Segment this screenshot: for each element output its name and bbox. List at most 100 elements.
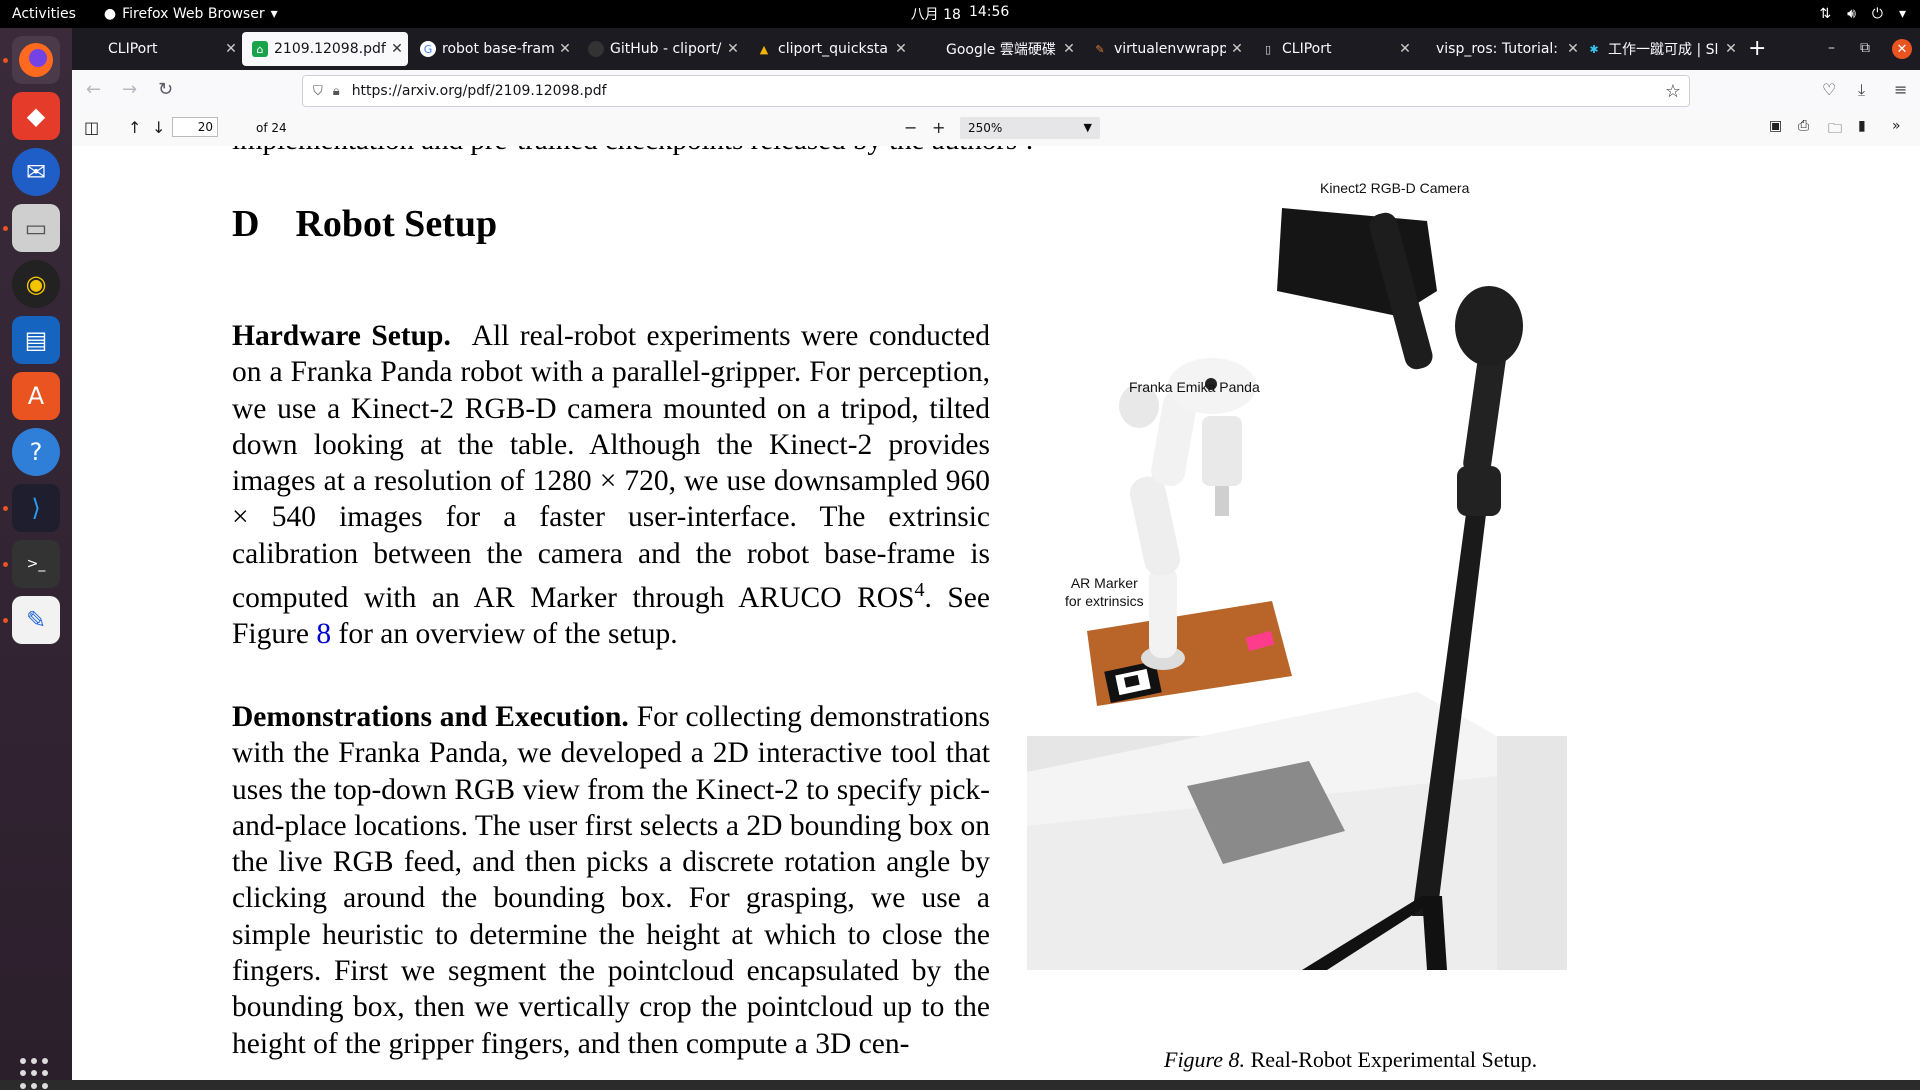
url-text[interactable]: https://arxiv.org/pdf/2109.12098.pdf bbox=[352, 83, 607, 99]
app-menu[interactable]: ● Firefox Web Browser ▾ bbox=[104, 6, 278, 22]
close-icon[interactable]: ✕ bbox=[386, 41, 408, 57]
paragraph-text: for an overview of the setup. bbox=[331, 618, 678, 651]
next-page-icon[interactable]: ↓ bbox=[152, 118, 165, 137]
zoom-select[interactable]: 250% ▼ bbox=[960, 117, 1100, 139]
save-icon[interactable]: 🗀︎ bbox=[1828, 118, 1842, 142]
pdf-toolbar: ◫ ↑ ↓ 20 of 24 − + 250% ▼ ▣ ⎙ 🗀︎ ▮ » bbox=[72, 110, 1920, 147]
back-icon[interactable]: ← bbox=[86, 79, 101, 100]
forward-icon[interactable]: → bbox=[122, 79, 137, 100]
tab[interactable]: CLIPort ✕ bbox=[76, 32, 242, 66]
lock-icon[interactable]: 🔒︎ bbox=[333, 84, 340, 99]
paragraph-heading: Hardware Setup. bbox=[232, 320, 451, 352]
pocket-icon[interactable]: ♡ bbox=[1822, 80, 1836, 99]
menu-icon[interactable]: ≡ bbox=[1894, 80, 1907, 99]
thunderbird-icon[interactable]: ✉ bbox=[12, 148, 60, 196]
vscode-icon[interactable]: ⟩ bbox=[12, 484, 60, 532]
app-menu-label: Firefox Web Browser bbox=[122, 6, 265, 22]
sidebar-toggle-icon[interactable]: ◫ bbox=[84, 118, 99, 137]
close-icon[interactable]: ✕ bbox=[1720, 41, 1742, 57]
close-icon[interactable]: ✕ bbox=[890, 41, 912, 57]
show-apps-icon[interactable] bbox=[20, 1058, 52, 1090]
label-ar-marker: AR Marker for extrinsics bbox=[1065, 574, 1144, 610]
close-icon[interactable]: ✕ bbox=[722, 41, 744, 57]
software-center-icon[interactable]: A bbox=[12, 372, 60, 420]
label-ar-marker-line-2: for extrinsics bbox=[1065, 593, 1144, 609]
page-count: of 24 bbox=[256, 121, 287, 135]
chevron-down-icon[interactable]: ▾ bbox=[1899, 6, 1906, 22]
chevron-down-icon: ▼ bbox=[1083, 121, 1092, 134]
bookmark-icon[interactable]: ▮ bbox=[1858, 118, 1866, 134]
figure-link[interactable]: 8 bbox=[316, 618, 331, 650]
downloads-icon[interactable]: ⤓ bbox=[1858, 80, 1865, 100]
page-icon bbox=[924, 41, 940, 57]
paragraph-heading: Demonstrations and Execution. bbox=[232, 701, 629, 733]
tab-title: CLIPort bbox=[1282, 41, 1332, 57]
tab[interactable]: Google 雲端硬碟 - 新 ✕ bbox=[914, 32, 1080, 66]
tab-title: cliport_quicksta bbox=[778, 41, 888, 57]
close-icon[interactable]: ✕ bbox=[1058, 41, 1080, 57]
tab[interactable]: visp_ros: Tutorial: H ✕ bbox=[1418, 32, 1584, 66]
anydesk-icon[interactable]: ◆ bbox=[12, 92, 60, 140]
firefox-small-icon: ● bbox=[103, 6, 117, 22]
tab[interactable]: ▲ cliport_quicksta ✕ bbox=[746, 32, 912, 66]
section-title: Robot Setup bbox=[295, 203, 498, 245]
network-icon[interactable]: ⇅ bbox=[1819, 6, 1831, 22]
tab[interactable]: ✎ virtualenvwrapp ✕ bbox=[1082, 32, 1248, 66]
url-bar[interactable]: ⛉ 🔒︎ https://arxiv.org/pdf/2109.12098.pd… bbox=[302, 75, 1690, 107]
close-icon[interactable]: ✕ bbox=[1226, 41, 1248, 57]
terminal-icon[interactable]: >_ bbox=[12, 540, 60, 588]
rhythmbox-icon[interactable]: ◉ bbox=[12, 260, 60, 308]
slack-icon: ✱ bbox=[1589, 42, 1599, 56]
tab-strip: CLIPort ✕ ⌂ 2109.12098.pdf ✕ G robot bas… bbox=[72, 28, 1920, 70]
tab-active[interactable]: ⌂ 2109.12098.pdf ✕ bbox=[242, 32, 408, 66]
pdf-page: implementation and pre-trained checkpoin… bbox=[72, 146, 1920, 1080]
zoom-in-icon[interactable]: + bbox=[932, 118, 945, 137]
pdf-viewer[interactable]: implementation and pre-trained checkpoin… bbox=[72, 146, 1920, 1080]
activities-button[interactable]: Activities bbox=[12, 6, 76, 22]
new-tab-button[interactable]: + bbox=[1748, 36, 1766, 61]
footnote-marker[interactable]: 4 bbox=[914, 579, 924, 601]
shield-icon[interactable]: ⛉ bbox=[313, 84, 323, 99]
firefox-window: CLIPort ✕ ⌂ 2109.12098.pdf ✕ G robot bas… bbox=[72, 28, 1920, 1080]
presentation-icon[interactable]: ▣ bbox=[1769, 118, 1782, 134]
clock-time: 14:56 bbox=[968, 4, 1010, 20]
page-number-input[interactable]: 20 bbox=[172, 117, 218, 137]
zoom-out-icon[interactable]: − bbox=[904, 118, 917, 137]
restore-icon[interactable]: ⧉ bbox=[1860, 40, 1870, 56]
tools-chevron-icon[interactable]: » bbox=[1892, 118, 1901, 134]
close-icon[interactable]: ✕ bbox=[1394, 41, 1416, 57]
reload-icon[interactable]: ↻ bbox=[158, 79, 173, 100]
clock[interactable]: 八月 18 14:56 bbox=[911, 4, 1010, 24]
help-icon[interactable]: ? bbox=[12, 428, 60, 476]
tab-title: CLIPort bbox=[108, 41, 158, 57]
tab[interactable]: ▯ CLIPort ✕ bbox=[1250, 32, 1416, 66]
tab-title: 2109.12098.pdf bbox=[274, 41, 386, 57]
text-editor-icon[interactable]: ✎ bbox=[12, 596, 60, 644]
minimize-icon[interactable]: – bbox=[1828, 40, 1835, 56]
github-icon bbox=[588, 41, 604, 57]
writer-icon[interactable]: ▤ bbox=[12, 316, 60, 364]
page-icon bbox=[1428, 41, 1432, 57]
volume-icon[interactable]: 🔊︎ bbox=[1847, 6, 1856, 22]
tab[interactable]: GitHub - cliport/ ✕ bbox=[578, 32, 744, 66]
figure-8: Kinect2 RGB-D Camera Franka Emika Panda … bbox=[1027, 176, 1567, 1072]
label-ar-marker-line-1: AR Marker bbox=[1070, 575, 1138, 591]
firefox-icon[interactable] bbox=[12, 36, 60, 84]
tab[interactable]: ✱ 工作一蹴可成 | Sl ✕ bbox=[1576, 32, 1742, 66]
chevron-down-icon: ▾ bbox=[270, 6, 278, 22]
bookmark-star-icon[interactable]: ☆ bbox=[1665, 81, 1681, 102]
paragraph-text: All real-robot experiments were conducte… bbox=[232, 320, 991, 614]
close-icon[interactable]: ✕ bbox=[220, 41, 242, 57]
power-icon[interactable]: ⏻ bbox=[1872, 6, 1883, 22]
close-icon[interactable]: ✕ bbox=[554, 41, 576, 57]
tab-title: GitHub - cliport/ bbox=[610, 41, 722, 57]
files-icon[interactable]: ▭ bbox=[12, 204, 60, 252]
print-icon[interactable]: ⎙ bbox=[1798, 118, 1809, 134]
window-close-button[interactable]: ✕ bbox=[1892, 39, 1912, 59]
tab[interactable]: G robot base-fram ✕ bbox=[410, 32, 576, 66]
figure-caption: Figure 8. Real-Robot Experimental Setup. bbox=[1164, 1047, 1537, 1073]
system-top-bar: Activities ● Firefox Web Browser ▾ 八月 18… bbox=[0, 0, 1920, 28]
paragraph-demonstrations: Demonstrations and Execution. For collec… bbox=[232, 699, 990, 1062]
previous-page-icon[interactable]: ↑ bbox=[128, 118, 141, 137]
system-tray[interactable]: ⇅ 🔊︎ ⏻ ▾ bbox=[1819, 6, 1906, 22]
